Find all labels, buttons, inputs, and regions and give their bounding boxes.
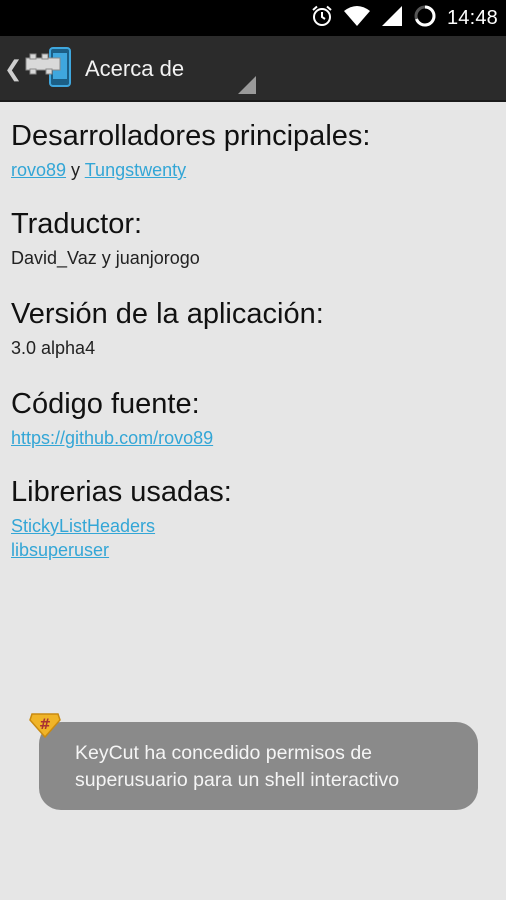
libraries-section: Librerias usadas: StickyListHeaders libs… <box>11 474 232 562</box>
status-icons: 14:48 <box>311 0 498 36</box>
battery-loading-icon <box>413 4 437 33</box>
translator-section: Traductor: David_Vaz y juanjorogo <box>11 206 200 270</box>
developer-link-tungstwenty[interactable]: Tungstwenty <box>85 160 186 180</box>
toast-line-1: KeyCut ha concedido permisos de <box>75 742 373 764</box>
status-bar: 14:48 <box>0 0 506 36</box>
library-link-libsuperuser[interactable]: libsuperuser <box>11 538 232 562</box>
chevron-left-icon: ❮ <box>4 56 23 81</box>
signal-icon <box>381 5 403 32</box>
svg-text:#: # <box>39 717 51 733</box>
developers-section: Desarrolladores principales: rovo89 y Tu… <box>11 118 370 182</box>
version-value: 3.0 alpha4 <box>11 338 96 358</box>
developers-value: rovo89 y Tungstwenty <box>11 158 370 182</box>
translator-heading: Traductor: <box>11 208 143 240</box>
superuser-toast: KeyCut ha concedido permisos de superusu… <box>39 722 478 810</box>
version-heading: Versión de la aplicación: <box>11 298 324 330</box>
version-section: Versión de la aplicación: 3.0 alpha4 <box>11 296 324 360</box>
source-section: Código fuente: https://github.com/rovo89 <box>11 386 213 450</box>
up-button[interactable]: ❮ <box>2 46 72 92</box>
keycut-app-icon <box>24 46 74 93</box>
superuser-hash-icon: # <box>28 712 62 739</box>
status-time: 14:48 <box>446 6 498 29</box>
action-bar-title[interactable]: Acerca de <box>85 56 184 82</box>
wifi-icon <box>343 5 371 32</box>
alarm-icon <box>311 5 333 32</box>
libraries-heading: Librerias usadas: <box>11 476 232 508</box>
toast-line-2: superusuario para un shell interactivo <box>75 769 400 791</box>
translator-value: David_Vaz y juanjorogo <box>11 248 200 268</box>
developers-heading: Desarrolladores principales: <box>11 120 371 152</box>
source-code-link[interactable]: https://github.com/rovo89 <box>11 426 213 450</box>
developer-link-rovo89[interactable]: rovo89 <box>11 160 66 180</box>
source-heading: Código fuente: <box>11 388 200 420</box>
library-link-stickylistheaders[interactable]: StickyListHeaders <box>11 514 232 538</box>
developers-separator: y <box>66 160 85 180</box>
spinner-dropdown-indicator <box>238 76 256 94</box>
